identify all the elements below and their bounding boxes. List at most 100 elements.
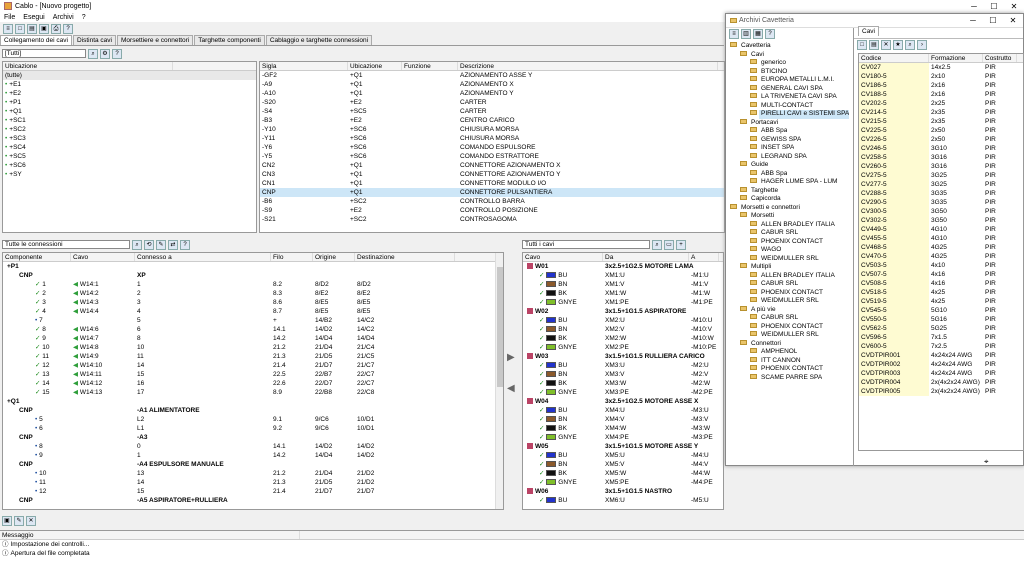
list-item[interactable]: • +SC2 [3,125,256,134]
connection-row[interactable]: ✓ 10 ◀ W14:8 10 21.2 21/D4 21/C4 [3,343,503,352]
tab-distinta[interactable]: Distinta cavi [72,35,116,45]
menu-help[interactable]: ? [82,14,86,21]
edit-icon-2[interactable]: ✎ [14,516,24,526]
tree-item[interactable]: EUROPA METALLI L.M.I. [726,76,853,85]
col-codice[interactable]: Codice [859,54,929,62]
more-icon[interactable]: › [917,40,927,50]
cable-row[interactable]: W04 3x2.5+1G2.5 MOTORE ASSE X [523,397,723,406]
table-row[interactable]: CV215-5 2x35 PIR [859,117,1023,126]
table-row[interactable]: CV545-5 5G10 PIR [859,306,1023,315]
connection-row[interactable]: ✓ 12 ◀ W14:10 14 21.4 21/D7 21/C7 [3,361,503,370]
connection-row[interactable]: CNP -A1 ALIMENTATORE [3,406,503,415]
list-item[interactable]: • +P1 [3,98,256,107]
table-row[interactable]: -A10 +Q1 AZIONAMENTO Y [260,89,724,98]
connection-row[interactable]: • 9 1 14.2 14/D4 14/D2 [3,451,503,460]
table-row[interactable]: -S20 +E2 CARTER [260,98,724,107]
connection-row[interactable]: ✓ 14 ◀ W14:12 16 22.6 22/D7 22/C7 [3,379,503,388]
table-row[interactable]: CV288-5 3G35 PIR [859,189,1023,198]
wire-row[interactable]: ✓ BN XM4:V -M3:V [523,415,723,424]
wire-row[interactable]: ✓ BU XM3:U -M2:U [523,361,723,370]
table-row[interactable]: CV562-5 5G25 PIR [859,324,1023,333]
table-row[interactable]: CN1 +Q1 CONNETTORE MODULO I/O [260,179,724,188]
tree-item[interactable]: PIRELLI CAVI e SISTEMI SPA [726,110,853,119]
wire-row[interactable]: ✓ BU XM1:U -M1:U [523,271,723,280]
wire-row[interactable]: ✓ BK XM5:W -M4:W [523,469,723,478]
tab-targhette[interactable]: Targhette componenti [194,35,265,45]
table-row[interactable]: CV503-5 4x10 PIR [859,261,1023,270]
table-row[interactable]: -GF2 +Q1 AZIONAMENTO ASSE Y [260,71,724,80]
edit-icon[interactable]: ✎ [156,239,166,250]
col-a[interactable]: A [689,253,719,261]
table-row[interactable]: -B6 +SC2 CONTROLLO BARRA [260,197,724,206]
col-connesso[interactable]: Connesso a [135,253,271,261]
tree-item[interactable]: PHOENIX CONTACT [726,365,853,374]
maximize-icon[interactable]: ☐ [984,2,1004,11]
table-row[interactable]: CV258-5 3G16 PIR [859,153,1023,162]
tree-item[interactable]: CABUR SRL [726,314,853,323]
tree-item[interactable]: Targhette [726,186,853,196]
table-row[interactable]: CV600-5 7x2.5 PIR [859,342,1023,351]
search-icon-2[interactable]: ⌕ [132,239,142,250]
star-icon[interactable]: ★ [893,40,903,50]
tree-item[interactable]: ABB Spa [726,169,853,179]
view-tree-icon[interactable]: ▥ [741,29,751,39]
col-sigla[interactable]: Sigla [260,62,348,70]
search-icon[interactable]: ⌕ [88,48,98,59]
connection-row[interactable]: • 8 0 14.1 14/D2 14/D2 [3,442,503,451]
tree-item[interactable]: GENERAL CAVI SPA [726,84,853,94]
table-row[interactable]: CV246-5 3G10 PIR [859,144,1023,153]
list-item[interactable]: (tutte) [3,71,256,80]
connection-row[interactable]: ✓ 8 ◀ W14:6 6 14.1 14/D2 14/C2 [3,325,503,334]
table-row[interactable]: CV186-5 2x16 PIR [859,81,1023,90]
table-row[interactable]: -S4 +SC5 CARTER [260,107,724,116]
tab-collegamento[interactable]: Collegamento dei cavi [0,35,72,45]
connection-row[interactable]: ✓ 3 ◀ W14:3 3 8.6 8/E5 8/E5 [3,298,503,307]
table-row[interactable]: -S21 +SC2 CONTROSAGOMA [260,215,724,224]
connection-row[interactable]: ✓ 11 ◀ W14:9 11 21.3 21/D5 21/C5 [3,352,503,361]
tree-item[interactable]: WAGO [726,246,853,255]
tree-item[interactable]: Cavi [726,50,853,60]
table-row[interactable]: -S9 +E2 CONTROLLO POSIZIONE [260,206,724,215]
wire-row[interactable]: ✓ BU XM5:U -M4:U [523,451,723,460]
tree-item[interactable]: ITT CANNON [726,356,853,366]
table-row[interactable]: CV225-5 2x50 PIR [859,126,1023,135]
tree-item[interactable]: Connettori [726,339,853,349]
table-row[interactable]: -Y5 +SC6 COMANDO ESTRATTORE [260,152,724,161]
table-row[interactable]: -Y6 +SC6 COMANDO ESPULSORE [260,143,724,152]
tab-cablaggio[interactable]: Cablaggio e targhette connessioni [265,35,373,45]
table-row[interactable]: CN3 +Q1 CONNETTORE AZIONAMENTO Y [260,170,724,179]
table-row[interactable]: CV449-5 4G10 PIR [859,225,1023,234]
connection-row[interactable]: ✓ 9 ◀ W14:7 8 14.2 14/D4 14/D4 [3,334,503,343]
wire-row[interactable]: ✓ GNYE XM2:PE -M10:PE [523,343,723,352]
col-cable[interactable]: Cavo [523,253,603,261]
binoculars-icon[interactable]: ⌖ [984,457,989,467]
wire-row[interactable]: ✓ BN XM5:V -M4:V [523,460,723,469]
table-row[interactable]: CV518-5 4x25 PIR [859,288,1023,297]
menu-file[interactable]: File [4,14,15,21]
wire-row[interactable]: ✓ BK XM3:W -M2:W [523,379,723,388]
list-item[interactable]: • +SC3 [3,134,256,143]
tree-item[interactable]: CABUR SRL [726,280,853,289]
table-row[interactable]: -A9 +Q1 AZIONAMENTO X [260,80,724,89]
connection-row[interactable]: CNP -A5 ASPIRATORE+RULLIERA [3,496,503,505]
list-item[interactable]: • +SC4 [3,143,256,152]
cable-row[interactable]: W06 3x1.5+1G1.5 NASTRO [523,487,723,496]
list-item[interactable]: • +E2 [3,89,256,98]
wire-row[interactable]: ✓ BN XM1:V -M1:V [523,280,723,289]
connection-row[interactable]: CNP -A3 [3,433,503,442]
tree-item[interactable]: Morsetti e connettori [726,203,853,213]
cable-row[interactable]: W02 3x1.5+1G1.5 ASPIRATORE [523,307,723,316]
list-icon[interactable]: ≡ [3,23,13,34]
col-costrutto[interactable]: Costrutto [983,54,1017,62]
table-row[interactable]: CV507-5 4x16 PIR [859,270,1023,279]
tree-item[interactable]: A più vie [726,305,853,315]
wire-row[interactable]: ✓ BU XM2:U -M10:U [523,316,723,325]
cable-row[interactable]: W01 3x2.5+1G2.5 MOTORE LAMA [523,262,723,271]
wire-row[interactable]: ✓ BN XM2:V -M10:V [523,325,723,334]
wire-row[interactable]: ✓ BN XM3:V -M2:V [523,370,723,379]
tree-item[interactable]: Capicorda [726,195,853,204]
table-row[interactable]: -Y11 +SC6 CHIUSURA MORSA [260,134,724,143]
connection-row[interactable]: CNP -A4 ESPULSORE MANUALE [3,460,503,469]
col-destinazione[interactable]: Destinazione [355,253,455,261]
connection-row[interactable]: ✓ 15 ◀ W14:13 17 8.9 22/B8 22/C8 [3,388,503,397]
